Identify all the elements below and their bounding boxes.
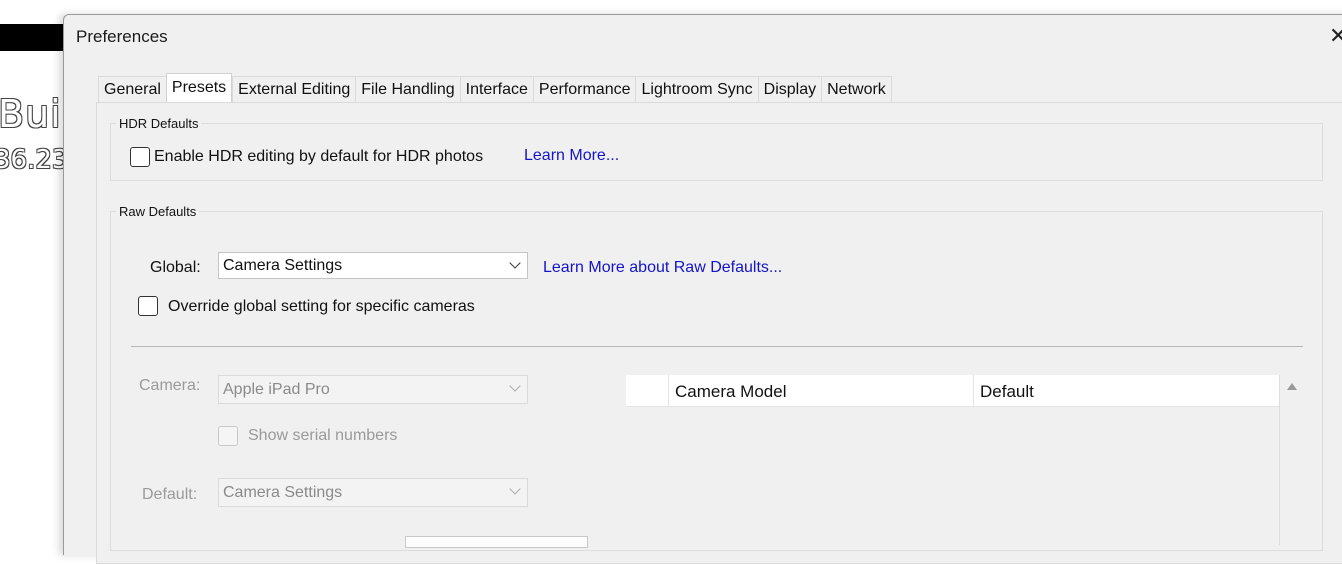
global-select-value: Camera Settings xyxy=(223,257,343,274)
hdr-defaults-legend: HDR Defaults xyxy=(116,116,202,131)
column-header-camera-model[interactable]: Camera Model xyxy=(669,375,974,406)
tab-performance[interactable]: Performance xyxy=(532,76,636,103)
global-select[interactable]: Camera Settings xyxy=(218,252,528,279)
enable-hdr-checkbox[interactable] xyxy=(130,147,150,167)
table-scrollbar[interactable] xyxy=(1279,375,1280,545)
background-app-text: Bui xyxy=(0,92,62,136)
override-cameras-checkbox[interactable] xyxy=(138,296,158,316)
chevron-down-icon xyxy=(509,483,521,495)
tab-general[interactable]: General xyxy=(98,76,166,103)
tab-file-handling[interactable]: File Handling xyxy=(355,76,460,103)
chevron-down-icon xyxy=(509,257,521,269)
table-header: Camera Model Default xyxy=(626,375,1279,407)
show-serial-numbers-label: Show serial numbers xyxy=(248,427,398,444)
tab-network[interactable]: Network xyxy=(821,76,892,103)
tab-external-editing[interactable]: External Editing xyxy=(232,76,356,103)
camera-defaults-table: Camera Model Default xyxy=(626,375,1279,545)
default-select: Camera Settings xyxy=(218,478,528,507)
raw-defaults-legend: Raw Defaults xyxy=(116,204,200,219)
raw-defaults-learn-more-link[interactable]: Learn More about Raw Defaults... xyxy=(543,259,782,277)
camera-select-value: Apple iPad Pro xyxy=(223,381,330,398)
background-app-titlebar xyxy=(0,24,66,51)
override-cameras-label: Override global setting for specific cam… xyxy=(168,298,475,315)
hdr-learn-more-link[interactable]: Learn More... xyxy=(524,147,619,165)
default-select-value: Camera Settings xyxy=(223,484,343,501)
default-label: Default: xyxy=(142,486,198,503)
background-app-number: 36.23 xyxy=(0,145,69,175)
camera-select: Apple iPad Pro xyxy=(218,375,528,404)
enable-hdr-label: Enable HDR editing by default for HDR ph… xyxy=(154,148,484,165)
tab-bar: General Presets External Editing File Ha… xyxy=(98,73,892,103)
tab-display[interactable]: Display xyxy=(757,76,822,103)
tab-lightroom-sync[interactable]: Lightroom Sync xyxy=(635,76,758,103)
dialog-title: Preferences xyxy=(76,27,168,46)
section-divider xyxy=(131,346,1303,347)
chevron-down-icon xyxy=(509,380,521,392)
tab-interface[interactable]: Interface xyxy=(459,76,533,103)
show-serial-numbers-checkbox xyxy=(218,426,238,446)
column-header-default[interactable]: Default xyxy=(974,375,1279,406)
global-label: Global: xyxy=(150,259,201,276)
tab-presets[interactable]: Presets xyxy=(165,73,233,103)
scroll-up-arrow-icon[interactable] xyxy=(1287,383,1297,390)
column-header-blank[interactable] xyxy=(626,375,669,406)
camera-label: Camera: xyxy=(139,377,201,394)
partially-visible-button[interactable] xyxy=(405,536,588,548)
close-icon[interactable]: ✕ xyxy=(1329,23,1342,49)
